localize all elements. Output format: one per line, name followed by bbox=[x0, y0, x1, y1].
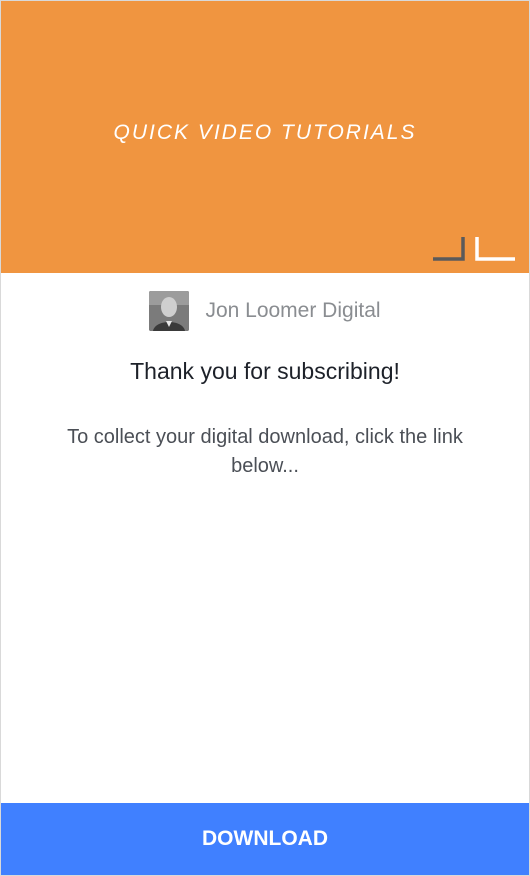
avatar[interactable] bbox=[149, 291, 190, 331]
jl-logo-icon bbox=[433, 237, 515, 261]
header-banner: QUICK VIDEO TUTORIALS bbox=[1, 1, 529, 273]
instructions-text: To collect your digital download, click … bbox=[67, 426, 463, 477]
thank-you-heading: Thank you for subscribing! bbox=[130, 358, 400, 384]
page-name[interactable]: Jon Loomer Digital bbox=[205, 299, 380, 323]
banner-title: QUICK VIDEO TUTORIALS bbox=[113, 121, 417, 144]
download-button[interactable]: DOWNLOAD bbox=[1, 803, 529, 875]
profile-photo-icon bbox=[149, 291, 190, 331]
page-identity[interactable]: Jon Loomer Digital bbox=[1, 291, 529, 331]
message-card: QUICK VIDEO TUTORIALS Jon Loomer Digital… bbox=[0, 0, 530, 876]
